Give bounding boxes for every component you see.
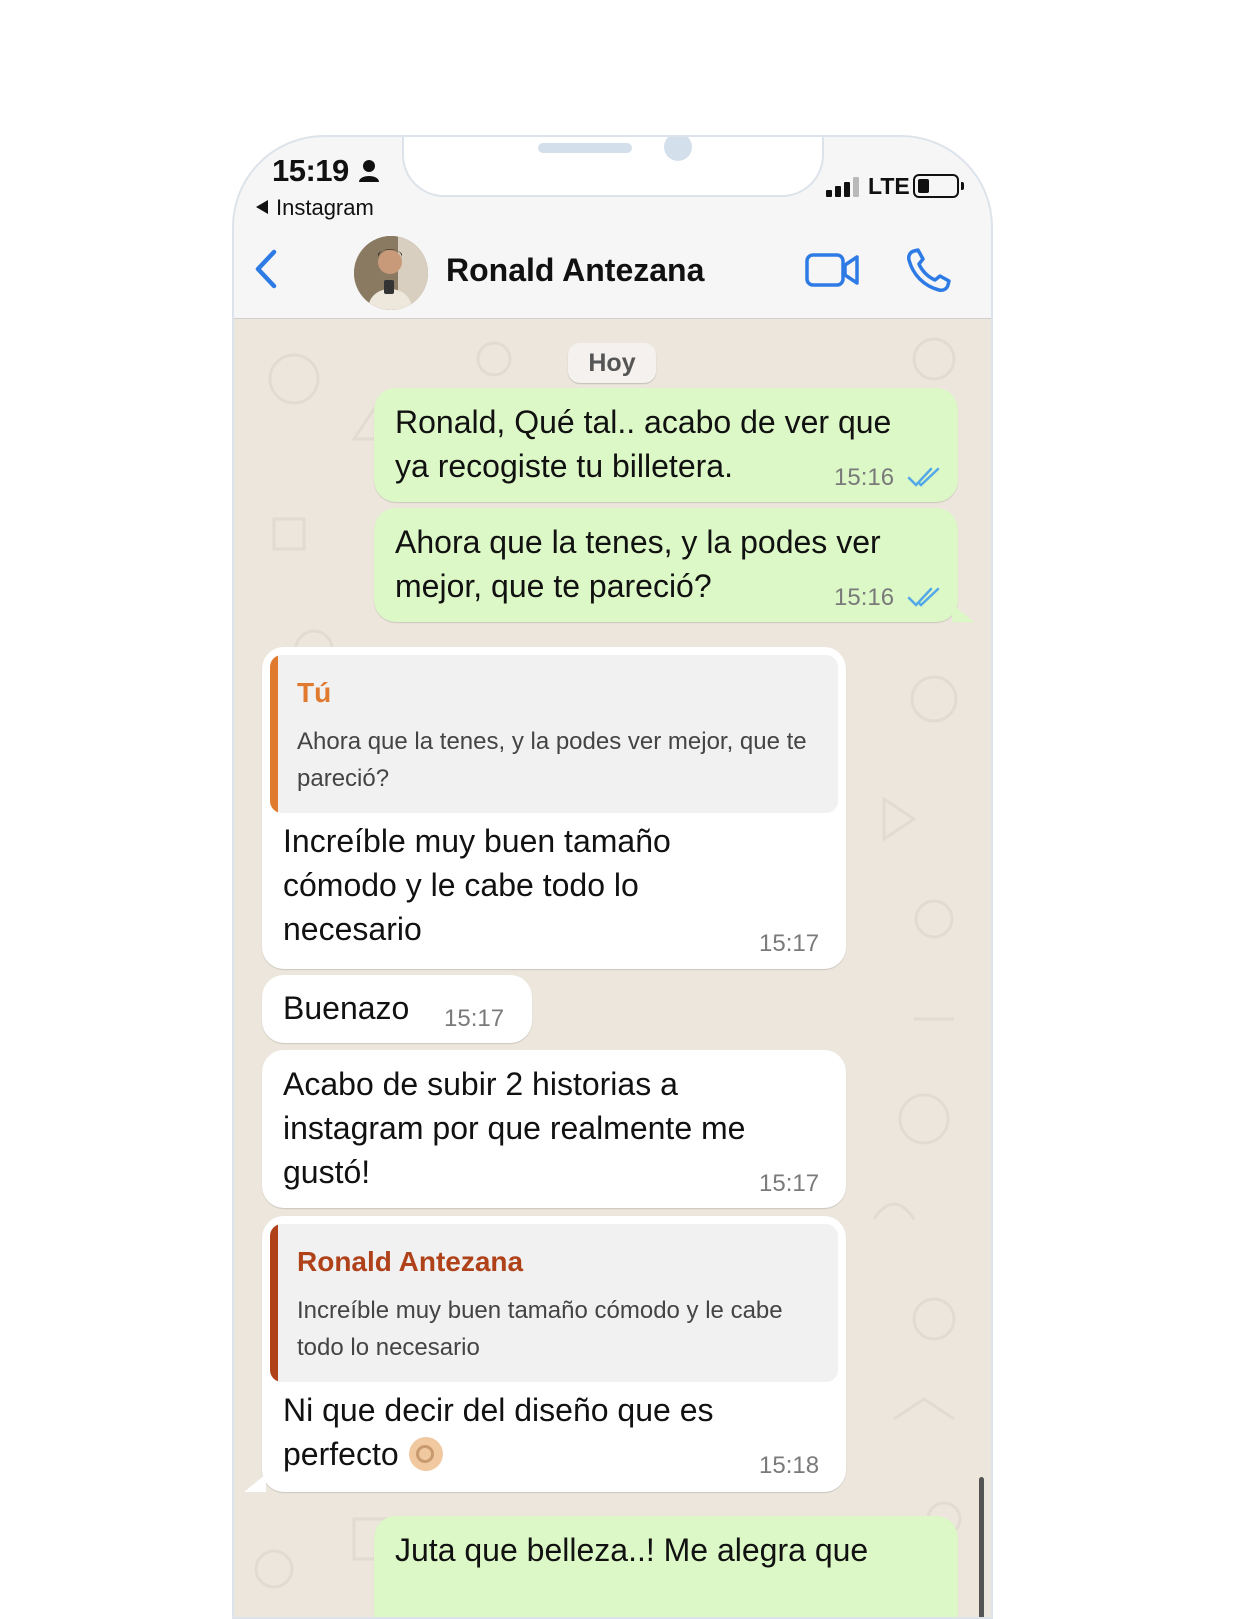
quote-author: Tú <box>297 677 332 708</box>
message-text: Ronald, Qué tal.. acabo de ver que <box>395 404 892 440</box>
back-chevron-icon[interactable] <box>246 246 290 292</box>
chat-header: Ronald Antezana <box>234 232 991 319</box>
chat-scrollbar[interactable] <box>979 1477 984 1617</box>
message-text: Juta que belleza..! Me alegra que <box>395 1532 869 1568</box>
quote-text: Increíble muy buen tamaño cómodo y le ca… <box>297 1297 783 1361</box>
message-time: 15:17 <box>444 1005 505 1032</box>
message-text: Ni que decir del diseño que es <box>283 1392 714 1428</box>
message-text: perfecto <box>283 1432 443 1476</box>
date-separator: Hoy <box>568 343 656 383</box>
speaker-grille <box>538 143 632 153</box>
message-text: mejor, que te pareció? <box>395 568 712 604</box>
person-icon <box>359 160 379 182</box>
back-to-app-link[interactable]: Instagram <box>256 195 374 221</box>
back-triangle-icon <box>256 200 268 215</box>
quoted-message[interactable]: Ronald Antezana Increíble muy buen tamañ… <box>270 1224 838 1382</box>
message-bubble-outgoing[interactable]: Ahora que la tenes, y la podes ver mejor… <box>374 508 958 622</box>
status-time: 15:19 <box>272 153 349 188</box>
front-camera <box>664 137 692 161</box>
message-bubble-incoming[interactable]: Tú Ahora que la tenes, y la podes ver me… <box>262 647 846 969</box>
bubble-tail <box>952 604 974 622</box>
device-notch <box>402 137 824 197</box>
read-receipt-icon <box>907 587 940 607</box>
bubble-tail <box>244 1474 266 1492</box>
message-text: Buenazo <box>283 990 410 1026</box>
message-text: ya recogiste tu billetera. <box>395 448 733 484</box>
message-text: instagram por que realmente me <box>283 1110 746 1146</box>
message-time: 15:18 <box>759 1452 820 1479</box>
battery-icon <box>913 174 964 198</box>
quote-text: Ahora que la tenes, y la podes ver mejor… <box>297 728 807 792</box>
message-text-part: perfecto <box>283 1436 399 1472</box>
message-time: 15:16 <box>834 464 895 491</box>
quoted-message[interactable]: Tú Ahora que la tenes, y la podes ver me… <box>270 655 838 813</box>
message-bubble-incoming[interactable]: Acabo de subir 2 historias a instagram p… <box>262 1050 846 1208</box>
message-text: gustó! <box>283 1154 371 1190</box>
contact-name[interactable]: Ronald Antezana <box>446 252 704 289</box>
message-bubble-incoming[interactable]: Buenazo 15:17 <box>262 975 532 1043</box>
phone-frame: 15:19 Instagram LTE Ronald Antezana Hoy … <box>232 135 993 1619</box>
read-receipt-icon <box>907 467 940 487</box>
phone-call-icon[interactable] <box>904 246 954 294</box>
video-call-icon[interactable] <box>804 250 860 290</box>
message-text: Ahora que la tenes, y la podes ver <box>395 524 881 560</box>
quote-author: Ronald Antezana <box>297 1246 524 1277</box>
message-bubble-outgoing[interactable]: Juta que belleza..! Me alegra que <box>374 1516 958 1617</box>
contact-avatar[interactable] <box>354 236 428 310</box>
message-text: Acabo de subir 2 historias a <box>283 1066 678 1102</box>
message-text: cómodo y le cabe todo lo <box>283 867 639 903</box>
ok-hand-emoji-icon <box>408 1436 443 1471</box>
signal-icon <box>826 177 859 197</box>
message-bubble-incoming[interactable]: Ronald Antezana Increíble muy buen tamañ… <box>262 1216 846 1492</box>
message-time: 15:17 <box>759 930 820 957</box>
back-app-label: Instagram <box>276 195 374 220</box>
message-text: Increíble muy buen tamaño <box>283 823 671 859</box>
message-text: necesario <box>283 911 422 947</box>
network-label: LTE <box>868 173 910 199</box>
message-time: 15:16 <box>834 584 895 611</box>
message-bubble-outgoing[interactable]: Ronald, Qué tal.. acabo de ver que ya re… <box>374 388 958 502</box>
message-time: 15:17 <box>759 1170 820 1197</box>
chat-area[interactable]: Hoy Ronald, Qué tal.. acabo de ver que y… <box>234 319 991 1617</box>
